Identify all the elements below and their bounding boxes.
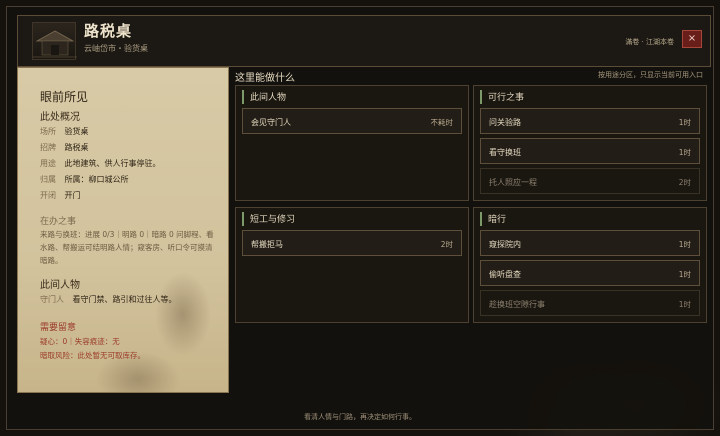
field-value: 此地建筑、供人行事停驻。 [64,159,161,168]
action-label: 托人照应一程 [489,178,537,187]
location-window: 路税桌 云岫岱市・验货桌 滿卷 · 江湖本卷 × 眼前所见 此处概况 场所 验货… [6,6,714,430]
panel-people: 此间人物 会见守门人 不耗时 [235,85,469,201]
person-role: 守门人 [40,295,64,304]
panel-title: 短工与修习 [242,212,295,226]
action-cost: 2时 [678,178,691,187]
field-key: 场所 [40,127,56,136]
action-escort[interactable]: 托人照应一程 2时 [480,168,700,194]
close-button[interactable]: × [682,30,702,48]
panel-title: 可行之事 [480,90,524,104]
action-label: 帮搬拒马 [251,240,283,249]
panel-stealth: 暗行 窥探院内 1时 偷听盘查 1时 趁换班空隙行事 1时 [473,207,707,323]
action-cost: 1时 [678,300,691,309]
location-header: 路税桌 云岫岱市・验货桌 滿卷 · 江湖本卷 × [17,15,711,67]
action-peek-courtyard[interactable]: 窥探院内 1时 [480,230,700,256]
pending-text: 来路与换班：进展 0/3｜明路 0｜暗路 0 问脚程、看水路、帮搬运可结明路人情… [40,230,214,265]
panel-heading: 眼前所见 [40,90,89,104]
panel-title: 暗行 [480,212,506,226]
field-row: 用途 此地建筑、供人行事停驻。 [40,158,161,169]
action-cost: 1时 [678,240,691,249]
action-cost: 1时 [678,118,691,127]
person-desc: 看守门禁、路引和过往人等。 [72,295,177,304]
footer-hint: 看清人情与门路，再决定如何行事。 [304,413,416,421]
action-cost: 2时 [440,240,453,249]
field-value: 路税桌 [64,143,89,152]
field-key: 开闭 [40,191,56,200]
panel-title: 此间人物 [242,90,286,104]
action-label: 窥探院内 [489,240,521,249]
field-value: 开门 [64,191,81,200]
action-label: 问关验路 [489,118,521,127]
action-label: 趁换班空隙行事 [489,300,545,309]
info-panel: 眼前所见 此处概况 场所 验货桌 招牌 路税桌 用途 此地建筑、供人行事停驻。 … [17,67,229,393]
field-key: 用途 [40,159,56,168]
action-move-barrier[interactable]: 帮搬拒马 2时 [242,230,462,256]
pending-title: 在办之事 [40,217,77,227]
region-label: 滿卷 · 江湖本卷 [625,38,674,46]
warning-title: 需要留意 [40,323,77,333]
person-row: 守门人 看守门禁、路引和过往人等。 [40,294,177,305]
actions-hint: 按用途分区，只显示当前可用入口 [598,71,703,79]
field-value: 所属：柳口城公所 [64,175,129,184]
page-title: 路税桌 [84,22,133,40]
location-subtitle: 云岫岱市・验货桌 [84,44,148,53]
action-cost: 不耗时 [430,118,454,127]
field-value: 验货桌 [64,127,89,136]
panel-work: 短工与修习 帮搬拒马 2时 [235,207,469,323]
action-shift-gap[interactable]: 趁换班空隙行事 1时 [480,290,700,316]
panel-doable: 可行之事 问关验路 1时 看守换班 1时 托人照应一程 2时 [473,85,707,201]
field-key: 归属 [40,175,56,184]
building-thumbnail [32,22,77,60]
people-title: 此间人物 [40,280,80,291]
field-row: 场所 验货桌 [40,126,89,137]
field-row: 招牌 路税桌 [40,142,89,153]
action-watch-shift[interactable]: 看守换班 1时 [480,138,700,164]
ink-landscape-art [78,262,228,392]
overview-title: 此处概况 [40,112,80,123]
field-key: 招牌 [40,143,56,152]
action-label: 会见守门人 [251,118,291,127]
action-cost: 1时 [678,270,691,279]
action-cost: 1时 [678,148,691,157]
field-row: 归属 所属：柳口城公所 [40,174,129,185]
warning-line: 暗取风险：此处暂无可取库存。 [40,351,145,360]
action-label: 偷听盘查 [489,270,521,279]
action-ask-route[interactable]: 问关验路 1时 [480,108,700,134]
warning-line: 疑心：0｜失容痕迹：无 [40,337,120,346]
field-row: 开闭 开门 [40,190,81,201]
action-label: 看守换班 [489,148,521,157]
action-eavesdrop[interactable]: 偷听盘查 1时 [480,260,700,286]
actions-title: 这里能做什么 [235,73,295,84]
action-meet-gatekeeper[interactable]: 会见守门人 不耗时 [242,108,462,134]
